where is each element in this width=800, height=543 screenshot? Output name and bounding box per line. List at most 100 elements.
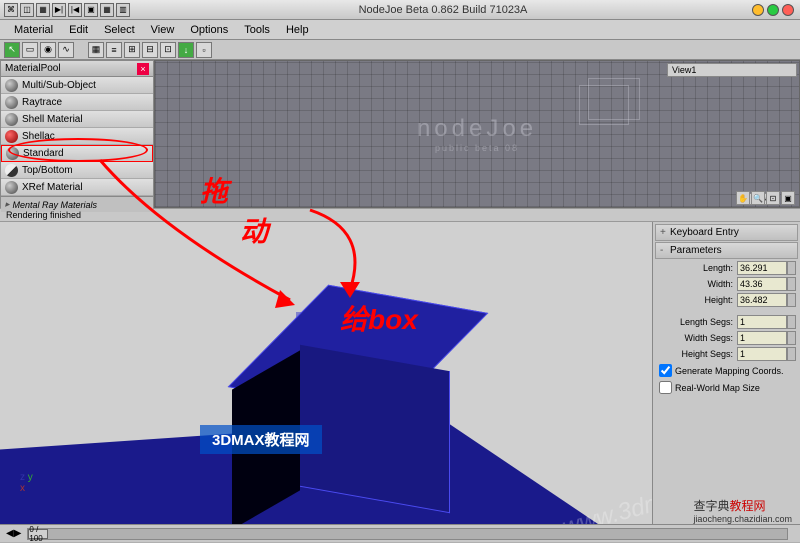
tool-arrange-icon[interactable]: ⊡: [160, 42, 176, 58]
tb-icon-5[interactable]: ▦: [100, 3, 114, 17]
box-front-face: [300, 345, 450, 513]
fit-icon[interactable]: ⊡: [766, 191, 780, 205]
material-label: Multi/Sub-Object: [22, 80, 96, 91]
param-width-segs: Width Segs:: [655, 330, 798, 346]
realworld-checkbox[interactable]: [659, 381, 672, 394]
spinner[interactable]: [787, 347, 796, 361]
material-sphere-icon: [5, 164, 18, 177]
timeline-marker[interactable]: 0 / 100: [28, 529, 48, 539]
material-pool-title: MaterialPool: [5, 63, 61, 74]
menu-view[interactable]: View: [143, 24, 183, 36]
material-label: XRef Material: [22, 182, 83, 193]
material-sphere-icon: [5, 130, 18, 143]
window-maximize[interactable]: [767, 4, 779, 16]
zoom-icon[interactable]: 🔍: [751, 191, 765, 205]
tb-icon-4[interactable]: ▣: [84, 3, 98, 17]
tb-icon-2[interactable]: ◫: [20, 3, 34, 17]
material-sphere-icon: [5, 181, 18, 194]
rollup-keyboard-entry[interactable]: Keyboard Entry: [655, 224, 798, 241]
axis-gizmo: z yx: [20, 472, 33, 494]
menu-options[interactable]: Options: [182, 24, 236, 36]
tb-icon-prev[interactable]: ▶|: [52, 3, 66, 17]
spinner[interactable]: [787, 315, 796, 329]
canvas-nav-icons: ✋ 🔍 ⊡ ▣: [736, 191, 795, 205]
material-sphere-icon: [6, 147, 19, 160]
timeline-bar: ◀ ▶ 0 / 100: [0, 524, 800, 542]
spinner[interactable]: [787, 293, 796, 307]
material-pool-header[interactable]: MaterialPool ×: [1, 61, 153, 77]
window-close[interactable]: [782, 4, 794, 16]
material-item-multisubobject[interactable]: Multi/Sub-Object: [1, 77, 153, 94]
material-sphere-icon: [5, 96, 18, 109]
menubar: Material Edit Select View Options Tools …: [0, 20, 800, 40]
tool-grid-icon[interactable]: ▦: [88, 42, 104, 58]
tb-icon-6[interactable]: ▥: [116, 3, 130, 17]
material-pool-panel: MaterialPool × Multi/Sub-Object Raytrace…: [0, 60, 154, 208]
material-label: Shellac: [22, 131, 55, 142]
tool-snap-icon[interactable]: ⊞: [124, 42, 140, 58]
param-length: Length:: [655, 260, 798, 276]
tb-icon-1[interactable]: ⌘: [4, 3, 18, 17]
height-segs-input[interactable]: [737, 347, 787, 361]
rollup-parameters[interactable]: Parameters: [655, 242, 798, 259]
3d-viewport[interactable]: Box01 z yx www.3dmax8.cn www.3dmax8.cn w…: [0, 222, 652, 524]
height-input[interactable]: [737, 293, 787, 307]
next-key-icon[interactable]: ▶: [14, 528, 22, 539]
menu-help[interactable]: Help: [278, 24, 317, 36]
view-selector[interactable]: View1: [667, 63, 797, 77]
width-input[interactable]: [737, 277, 787, 291]
tb-icon-3[interactable]: ▦: [36, 3, 50, 17]
titlebar-tool-icons: ⌘ ◫ ▦ ▶| |◀ ▣ ▦ ▥: [0, 3, 134, 17]
spinner[interactable]: [787, 277, 796, 291]
tool-select-icon[interactable]: ▭: [22, 42, 38, 58]
tool-node-icon[interactable]: ◉: [40, 42, 56, 58]
check-mapping-coords: Generate Mapping Coords.: [655, 362, 798, 379]
menu-select[interactable]: Select: [96, 24, 143, 36]
material-label: Top/Bottom: [22, 165, 73, 176]
extents-icon[interactable]: ▣: [781, 191, 795, 205]
window-titlebar: ⌘ ◫ ▦ ▶| |◀ ▣ ▦ ▥ NodeJoe Beta 0.862 Bui…: [0, 0, 800, 20]
spinner[interactable]: [787, 331, 796, 345]
material-sphere-icon: [5, 79, 18, 92]
material-item-xref[interactable]: XRef Material: [1, 179, 153, 196]
timeline-slider[interactable]: 0 / 100: [27, 528, 788, 540]
material-item-shellac[interactable]: Shellac: [1, 128, 153, 145]
tool-arrow-icon[interactable]: ↖: [4, 42, 20, 58]
tb-icon-next[interactable]: |◀: [68, 3, 82, 17]
material-item-raytrace[interactable]: Raytrace: [1, 94, 153, 111]
length-input[interactable]: [737, 261, 787, 275]
menu-tools[interactable]: Tools: [236, 24, 278, 36]
tool-refresh-icon[interactable]: ↓: [178, 42, 194, 58]
material-label: Standard: [23, 148, 64, 159]
prev-key-icon[interactable]: ◀: [6, 528, 14, 539]
footer-brand: 查字典教程网 jiaocheng.chazidian.com: [693, 497, 792, 524]
mapping-coords-checkbox[interactable]: [659, 364, 672, 377]
param-height-segs: Height Segs:: [655, 346, 798, 362]
material-label: Raytrace: [22, 97, 62, 108]
pan-icon[interactable]: ✋: [736, 191, 750, 205]
logo-text: nodeJoe: [417, 115, 537, 143]
nodejoe-logo: nodeJoe public beta 08: [417, 115, 537, 153]
param-length-segs: Length Segs:: [655, 314, 798, 330]
scene: Box01: [0, 222, 652, 524]
material-item-topbottom[interactable]: Top/Bottom: [1, 162, 153, 179]
tutorial-badge: 3DMAX教程网: [200, 425, 322, 454]
canvas-decoration-cube: [579, 85, 629, 125]
window-minimize[interactable]: [752, 4, 764, 16]
material-item-standard[interactable]: Standard: [1, 145, 153, 162]
tool-align-icon[interactable]: ≡: [106, 42, 122, 58]
tool-link-icon[interactable]: ∿: [58, 42, 74, 58]
material-item-shellmaterial[interactable]: Shell Material: [1, 111, 153, 128]
node-editor-canvas[interactable]: View1 nodeJoe public beta 08 75% ✋ 🔍 ⊡ ▣: [154, 60, 800, 208]
width-segs-input[interactable]: [737, 331, 787, 345]
menu-edit[interactable]: Edit: [61, 24, 96, 36]
menu-material[interactable]: Material: [6, 24, 61, 36]
spinner[interactable]: [787, 261, 796, 275]
tool-extra-icon[interactable]: ▫: [196, 42, 212, 58]
tool-layout-icon[interactable]: ⊟: [142, 42, 158, 58]
close-icon[interactable]: ×: [137, 63, 149, 75]
length-segs-input[interactable]: [737, 315, 787, 329]
parameters-panel: Keyboard Entry Parameters Length: Width:…: [652, 222, 800, 524]
material-sphere-icon: [5, 113, 18, 126]
logo-subtext: public beta 08: [417, 143, 537, 153]
